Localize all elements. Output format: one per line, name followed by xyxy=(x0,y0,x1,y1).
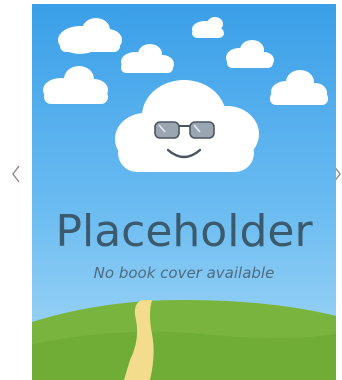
green-hill-shade xyxy=(32,331,336,380)
cover-title: Placeholder xyxy=(55,206,313,257)
cover-illustration xyxy=(32,4,336,380)
previous-button[interactable] xyxy=(9,160,23,188)
chevron-left-icon xyxy=(12,165,20,183)
cover-subtitle: No book cover available xyxy=(93,264,275,282)
book-cover-viewer: Placeholder No book cover available xyxy=(0,0,342,380)
placeholder-book-cover: Placeholder No book cover available xyxy=(32,4,336,380)
